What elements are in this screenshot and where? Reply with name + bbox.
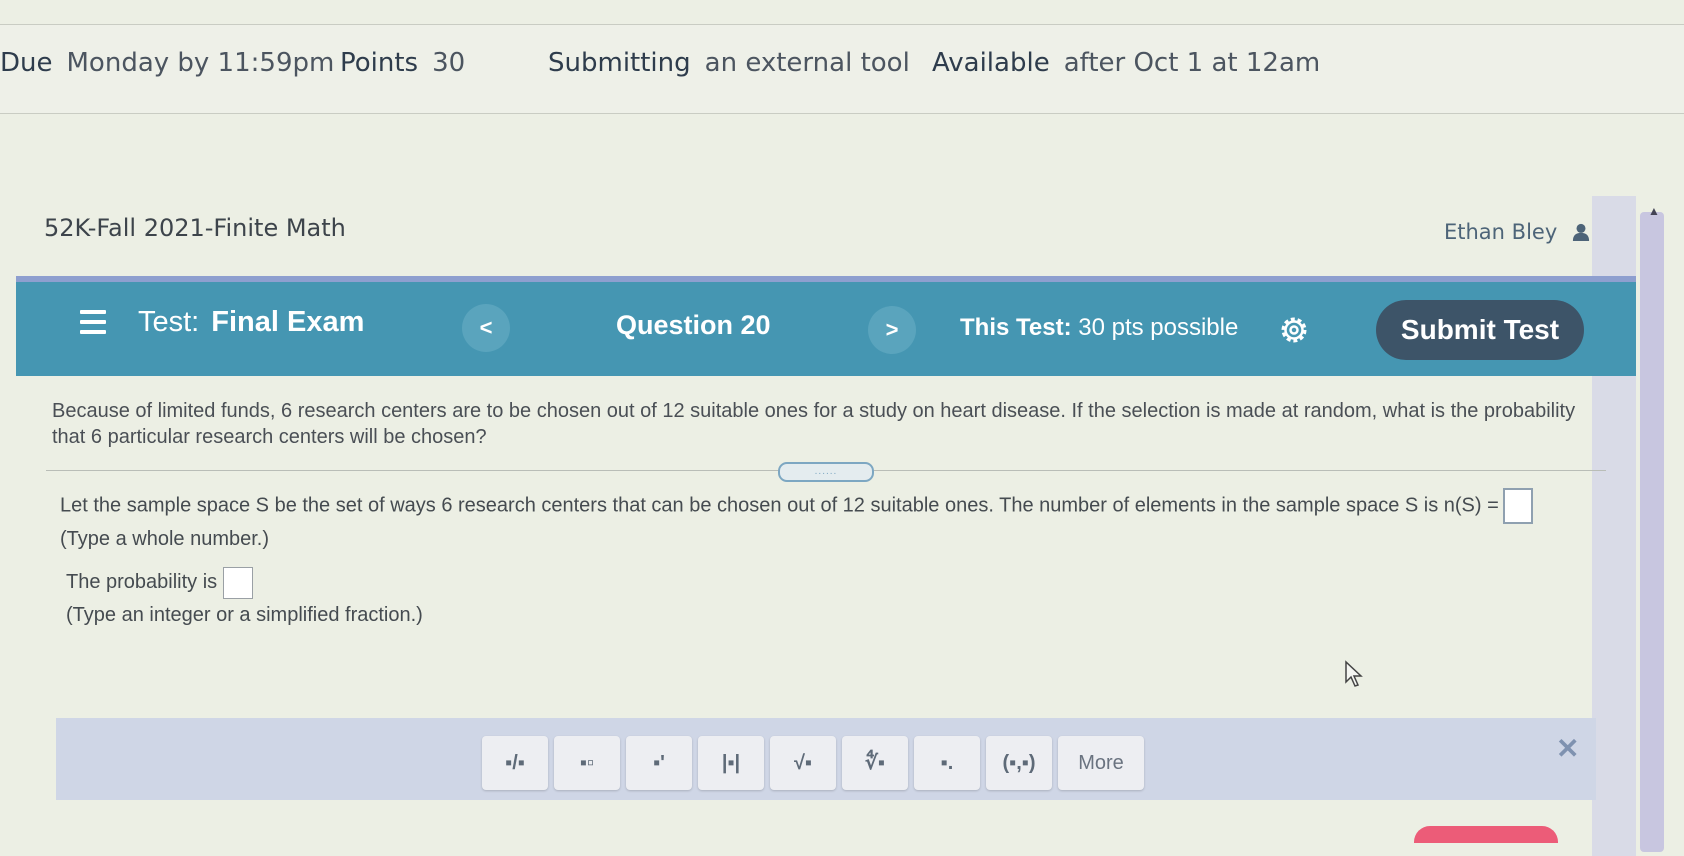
previous-question-button[interactable]: < xyxy=(462,304,510,352)
available-label: Available xyxy=(932,48,1050,78)
part-one-hint: (Type a whole number.) xyxy=(60,528,269,550)
test-points-label: This Test: xyxy=(960,314,1072,341)
submitting-value: an external tool xyxy=(704,48,910,78)
resize-handle[interactable]: ...... xyxy=(778,462,874,482)
part-two-text: The probability is xyxy=(66,571,218,593)
points-value: 30 xyxy=(432,48,466,78)
question-text: Because of limited funds, 6 research cen… xyxy=(52,400,1576,448)
user-name: Ethan Bley xyxy=(1444,220,1558,244)
user-menu[interactable]: Ethan Bley xyxy=(1444,220,1590,244)
scroll-up-icon[interactable]: ▲ xyxy=(1648,204,1660,218)
nth-root-tool-button[interactable]: ∜▪ xyxy=(842,736,908,790)
question-selector[interactable]: Question 20 xyxy=(616,310,771,341)
test-points-value: 30 pts possible xyxy=(1078,314,1239,341)
part-one-text: Let the sample space S be the set of way… xyxy=(60,494,1499,517)
available-value: after Oct 1 at 12am xyxy=(1063,48,1321,78)
test-name: Final Exam xyxy=(211,306,365,338)
mouse-pointer-icon xyxy=(1345,660,1363,687)
fraction-tool-button[interactable]: ▪/▪ xyxy=(482,736,548,790)
square-root-tool-button[interactable]: √▪ xyxy=(770,736,836,790)
test-points: This Test: 30 pts possible xyxy=(960,314,1238,342)
mixed-number-tool-button[interactable]: ▪▫ xyxy=(554,736,620,790)
sample-space-answer-input[interactable] xyxy=(1502,488,1533,524)
hamburger-menu-icon[interactable] xyxy=(80,310,106,340)
part-one: Let the sample space S be the set of way… xyxy=(60,488,1533,554)
test-title: Test: Final Exam xyxy=(138,306,364,339)
ordered-pair-tool-button[interactable]: (▪,▪) xyxy=(986,736,1052,790)
subscript-tool-button[interactable]: ▪. xyxy=(914,736,980,790)
submit-test-button[interactable]: Submit Test xyxy=(1376,300,1584,360)
partial-button-edge[interactable] xyxy=(1414,826,1558,843)
scrollbar-thumb[interactable] xyxy=(1640,212,1664,852)
due-value: Monday by 11:59pm xyxy=(66,48,335,78)
absolute-value-tool-button[interactable]: |▪| xyxy=(698,736,764,790)
due-info: Due Monday by 11:59pm xyxy=(0,48,334,78)
close-icon[interactable]: ✕ xyxy=(1556,732,1579,765)
due-label: Due xyxy=(0,48,53,78)
user-icon xyxy=(1572,223,1590,241)
more-tools-button[interactable]: More xyxy=(1058,736,1144,790)
points-info: Points 30 xyxy=(340,48,465,78)
test-label: Test: xyxy=(138,306,200,338)
submitting-label: Submitting xyxy=(548,48,691,78)
points-label: Points xyxy=(340,48,419,78)
part-two-hint: (Type an integer or a simplified fractio… xyxy=(66,603,423,626)
submitting-info: Submitting an external tool xyxy=(548,48,910,78)
course-title[interactable]: 52K-Fall 2021-Finite Math xyxy=(44,214,346,242)
part-two: The probability is (Type an integer or a… xyxy=(66,566,423,631)
exponent-tool-button[interactable]: ▪' xyxy=(626,736,692,790)
probability-answer-input[interactable] xyxy=(223,566,254,599)
next-question-button[interactable]: > xyxy=(868,306,916,354)
available-info: Available after Oct 1 at 12am xyxy=(932,48,1320,78)
gear-icon[interactable] xyxy=(1278,314,1310,346)
